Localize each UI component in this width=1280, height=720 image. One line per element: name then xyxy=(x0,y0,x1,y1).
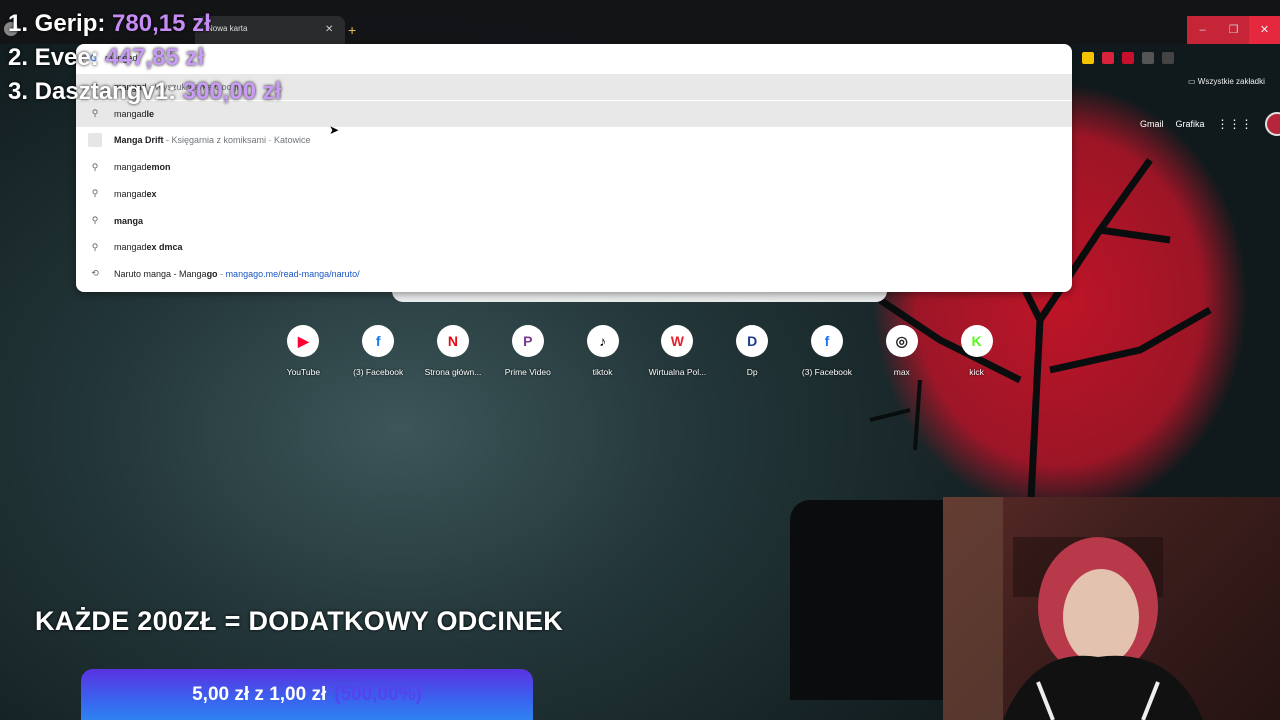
leaderboard-row: 3. Dasztangv1: 300,00 zł xyxy=(8,78,281,112)
suggestion-text: Manga Drift - Księgarnia z komiksami · K… xyxy=(114,135,311,146)
suggestion-text: mangadex xyxy=(114,188,157,199)
avatar[interactable] xyxy=(1264,112,1280,136)
minimize-button[interactable]: – xyxy=(1187,16,1218,44)
wp-icon: W xyxy=(661,325,694,357)
omnibox-suggestion[interactable]: ⟲ Naruto manga - Mangago - mangago.me/rea… xyxy=(76,261,1072,287)
shortcut-tile[interactable]: ♪ tiktok xyxy=(565,325,640,377)
extension-icon[interactable] xyxy=(1122,52,1134,64)
apps-grid-icon[interactable]: ⋮⋮⋮ xyxy=(1217,117,1253,131)
search-icon: ⚲ xyxy=(91,215,99,225)
folder-icon: ▭ xyxy=(1188,77,1198,86)
search-icon: ⚲ xyxy=(91,161,99,172)
google-header-links: Gmail Grafika ⋮⋮⋮ xyxy=(1140,112,1280,136)
donation-leaderboard: 1. Gerip: 780,15 zł 2. Evee: 447,85 zł 3. … xyxy=(8,10,281,112)
images-link[interactable]: Grafika xyxy=(1176,119,1205,129)
tab-close-icon[interactable]: ✕ xyxy=(325,24,333,35)
omnibox-suggestion[interactable]: ⚲ mangademon xyxy=(76,154,1072,180)
all-bookmarks-link[interactable]: ▭ Wszystkie zakładki xyxy=(1188,77,1265,86)
gmail-link[interactable]: Gmail xyxy=(1140,119,1164,129)
webcam-overlay xyxy=(943,497,1280,720)
suggestion-text: Naruto manga - Mangago - mangago.me/read… xyxy=(114,268,360,279)
shortcut-label: Wirtualna Pol... xyxy=(648,367,707,377)
search-icon: ⚲ xyxy=(91,188,99,199)
shortcut-label: Dp xyxy=(746,367,758,377)
suggestion-text: mangadex dmca xyxy=(114,242,183,253)
shortcut-tile[interactable]: D Dp xyxy=(715,325,790,377)
kick-icon: K xyxy=(960,325,993,357)
shortcut-tile[interactable]: ◎ max xyxy=(864,325,939,377)
netflix-icon: N xyxy=(436,325,469,357)
donor-name: 1. Gerip: xyxy=(8,10,106,37)
extension-icon[interactable] xyxy=(1162,52,1174,64)
omnibox-suggestion[interactable]: ⚲ mangadex xyxy=(76,181,1072,207)
donor-name: 3. Dasztangv1: xyxy=(8,78,177,105)
shortcut-label: (3) Facebook xyxy=(353,367,404,377)
suggestion-text: manga xyxy=(114,215,144,226)
leaderboard-row: 1. Gerip: 780,15 zł xyxy=(8,10,281,44)
shortcut-label: (3) Facebook xyxy=(801,367,853,377)
shortcut-label: YouTube xyxy=(286,367,321,377)
donation-amount: 447,85 zł xyxy=(105,44,205,71)
omnibox-suggestion[interactable]: Manga Drift - Księgarnia z komiksami · K… xyxy=(76,127,1072,153)
leaderboard-row: 2. Evee: 447,85 zł xyxy=(8,44,281,78)
extension-icon[interactable] xyxy=(1142,52,1154,64)
shortcut-label: Strona główn... xyxy=(424,367,482,377)
place-favicon-icon xyxy=(88,133,102,148)
shortcut-label: tiktok xyxy=(592,367,613,377)
close-button[interactable]: ✕ xyxy=(1249,16,1280,44)
donation-amount: 300,00 zł xyxy=(182,78,282,105)
goal-percent: (500,00%) xyxy=(334,683,422,705)
facebook-icon: f xyxy=(810,325,843,357)
goal-text: 5,00 zł z 1,00 zł xyxy=(192,683,327,705)
shortcut-label: kick xyxy=(969,367,984,377)
history-icon: ⟲ xyxy=(91,268,99,279)
suggestion-text: mangademon xyxy=(114,162,171,173)
extension-icon[interactable] xyxy=(1102,52,1114,64)
youtube-icon: ▶ xyxy=(287,325,320,357)
facebook-icon: f xyxy=(362,325,395,357)
extension-icon[interactable] xyxy=(1082,52,1094,64)
shortcut-tile[interactable]: W Wirtualna Pol... xyxy=(640,325,715,377)
shortcut-label: Prime Video xyxy=(504,367,551,377)
shortcut-tiles: ▶ YouTube f (3) Facebook N Strona główn... P Pr… xyxy=(266,325,1014,377)
search-icon: ⚲ xyxy=(91,241,99,252)
shortcut-tile[interactable]: N Strona główn... xyxy=(416,325,491,377)
new-tab-plus-icon[interactable]: + xyxy=(348,22,356,38)
prime-video-icon: P xyxy=(511,325,544,357)
donation-amount: 780,15 zł xyxy=(112,10,211,37)
max-icon: ◎ xyxy=(885,325,918,357)
extensions-bar xyxy=(1072,44,1280,72)
shortcut-tile[interactable]: Kkick xyxy=(939,325,1014,377)
maximize-button[interactable]: ❐ xyxy=(1218,16,1249,44)
cliff-silhouette xyxy=(790,500,950,700)
shortcut-tile[interactable]: P Prime Video xyxy=(490,325,565,377)
window-controls: – ❐ ✕ xyxy=(1187,16,1280,44)
shortcut-tile[interactable]: f (3) Facebook xyxy=(790,325,865,377)
shortcut-label: max xyxy=(893,367,910,377)
omnibox-suggestion[interactable]: ⚲ manga xyxy=(76,208,1072,234)
omnibox-suggestion[interactable]: ⚲ mangadex dmca xyxy=(76,234,1072,260)
tiktok-icon: ♪ xyxy=(586,325,619,357)
streamer-figure xyxy=(943,497,1203,720)
shortcut-tile[interactable]: f (3) Facebook xyxy=(341,325,416,377)
donor-name: 2. Evee: xyxy=(8,44,99,71)
all-bookmarks-label: Wszystkie zakładki xyxy=(1197,77,1265,86)
mouse-cursor-icon: ➤ xyxy=(329,123,340,137)
shortcut-tile[interactable]: ▶ YouTube xyxy=(266,325,341,377)
donation-goal-bar: 5,00 zł z 1,00 zł (500,00%) xyxy=(81,669,533,720)
stream-banner: KAŻDE 200ZŁ = DODATKOWY ODCINEK xyxy=(35,606,564,636)
disney-plus-icon: D xyxy=(736,325,769,357)
